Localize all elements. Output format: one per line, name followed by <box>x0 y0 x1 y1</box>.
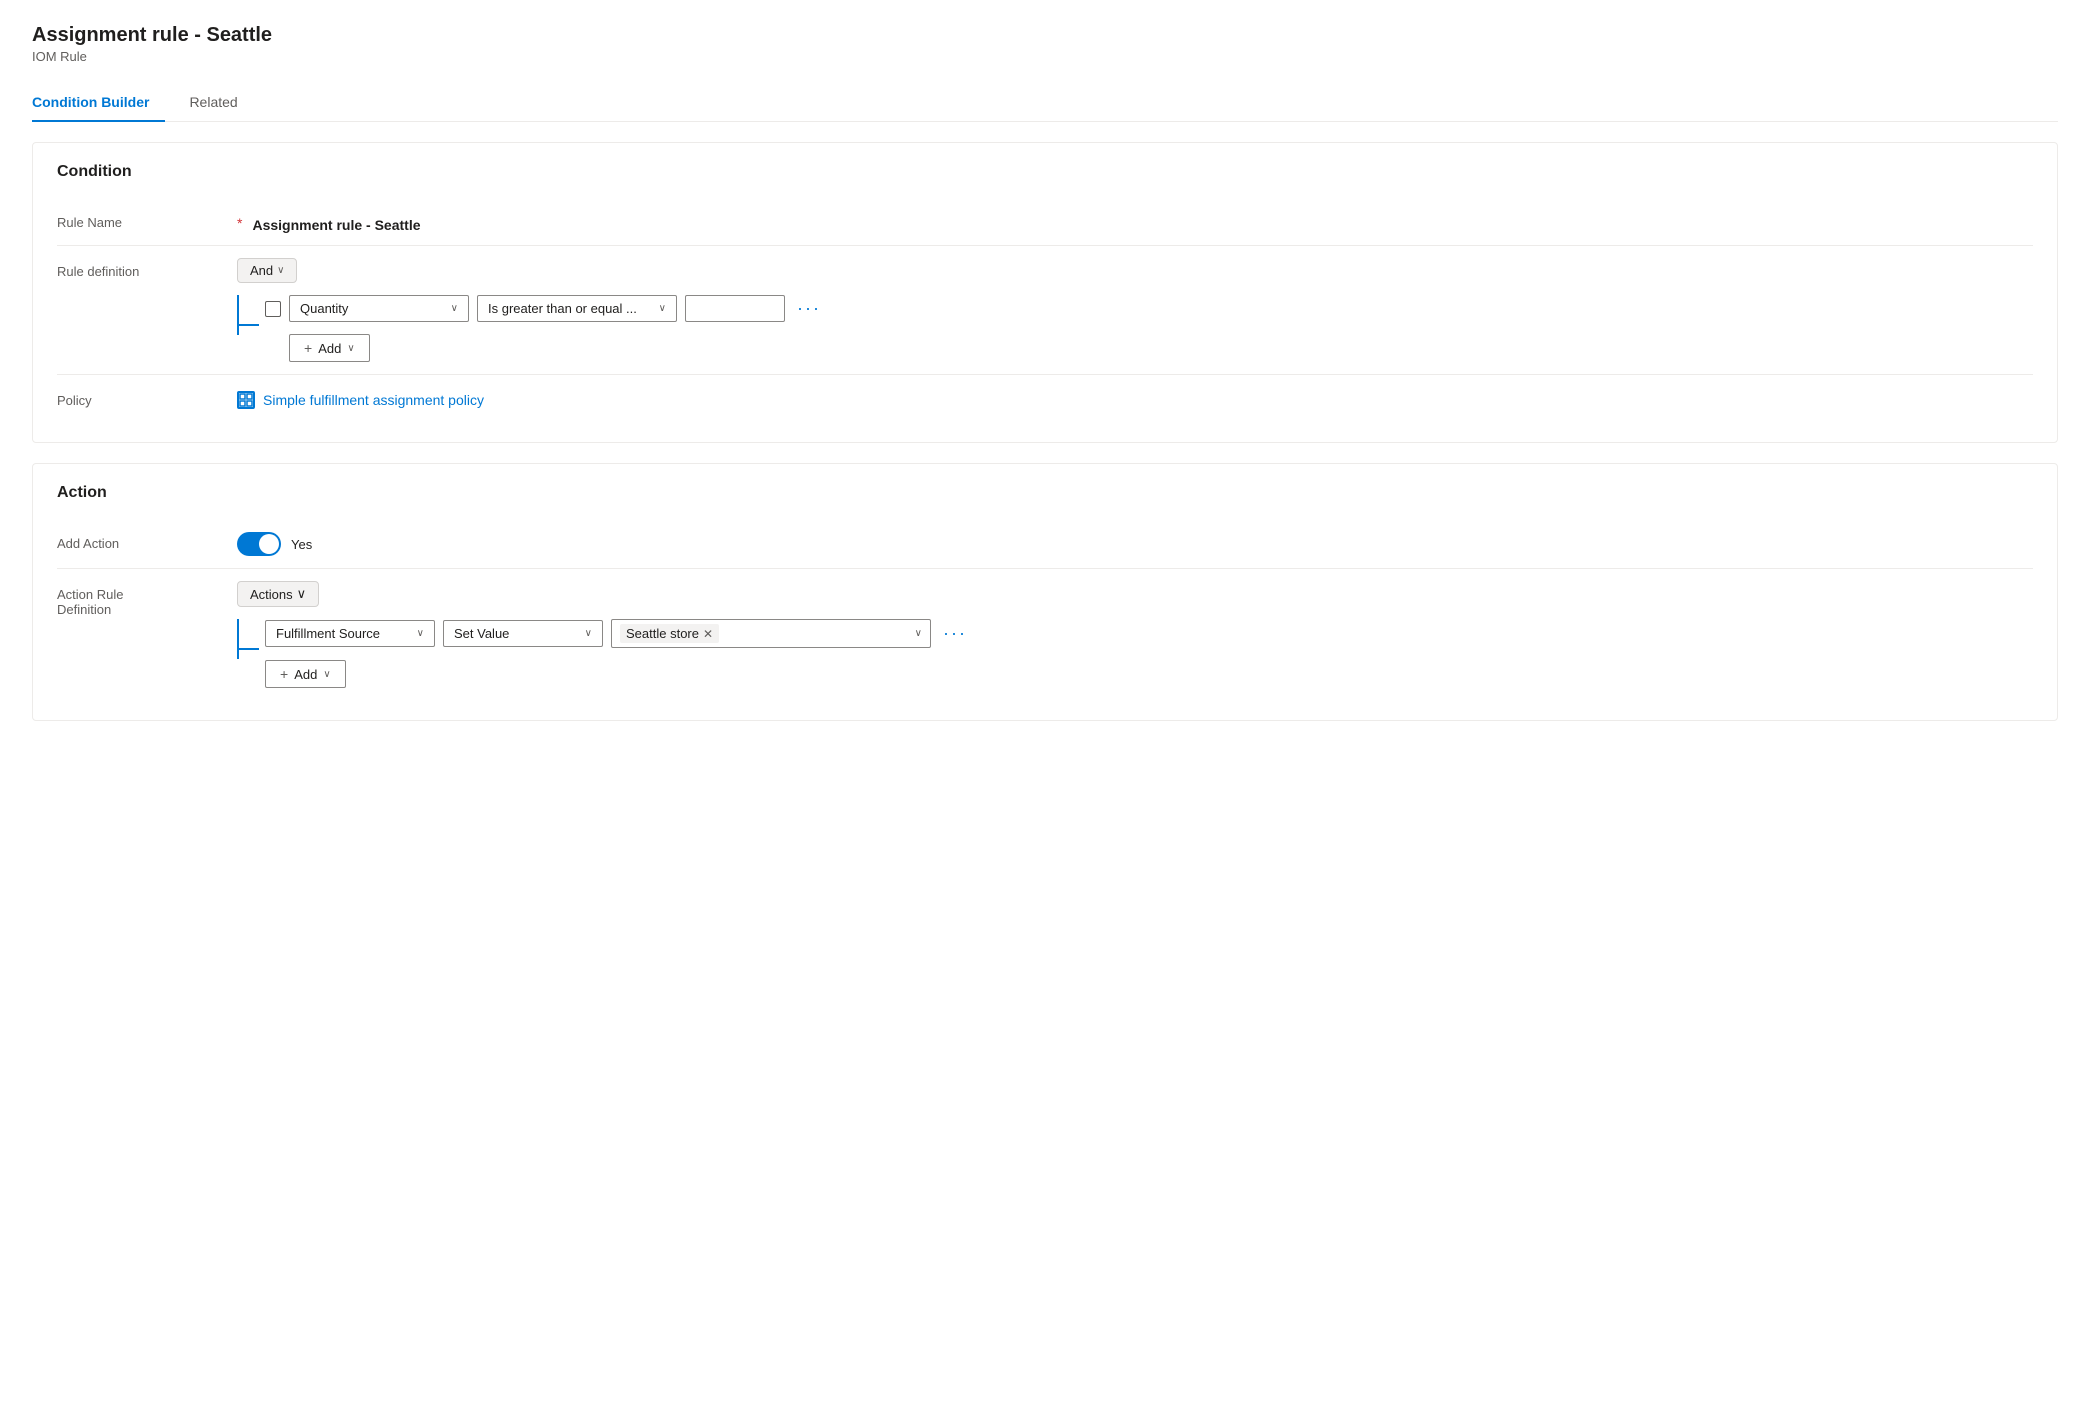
operator-dropdown[interactable]: Is greater than or equal ... ∨ <box>477 295 677 322</box>
page-title: Assignment rule - Seattle <box>32 24 2058 47</box>
seattle-store-tag-select[interactable]: Seattle store ✕ ∨ <box>611 619 931 648</box>
action-item: Fulfillment Source ∨ Set Value ∨ Seattle… <box>265 619 2033 648</box>
policy-link[interactable]: Simple fulfillment assignment policy <box>237 391 484 409</box>
action-add-chevron-icon: ∨ <box>323 669 330 680</box>
action-section-title: Action <box>57 484 2033 502</box>
operator-dropdown-label: Is greater than or equal ... <box>488 301 637 316</box>
action-rule-content: Actions ∨ Fulfillment So <box>237 581 2033 688</box>
and-button[interactable]: And ∨ <box>237 258 297 283</box>
tab-condition-builder[interactable]: Condition Builder <box>32 84 165 122</box>
condition-section-title: Condition <box>57 163 2033 181</box>
page-header: Assignment rule - Seattle IOM Rule <box>32 24 2058 64</box>
action-rule-label: Action Rule Definition <box>57 581 237 617</box>
condition-tree: Quantity ∨ Is greater than or equal ... … <box>237 295 2033 362</box>
policy-label: Policy <box>57 387 237 408</box>
add-chevron-icon: ∨ <box>347 343 354 354</box>
condition-value-input[interactable]: 100 <box>685 295 785 322</box>
toggle-text: Yes <box>291 537 312 552</box>
set-value-chevron-icon: ∨ <box>585 628 592 639</box>
action-ellipsis-button[interactable]: ··· <box>939 621 971 646</box>
fulfillment-chevron-icon: ∨ <box>417 628 424 639</box>
actions-chevron-icon: ∨ <box>297 586 307 602</box>
action-section: Action Add Action Yes Action Rule Defini… <box>32 463 2058 721</box>
add-button-label: Add <box>318 341 341 356</box>
add-action-label: Add Action <box>57 530 237 551</box>
rule-add-button[interactable]: + Add ∨ <box>289 334 370 362</box>
toggle-container: Yes <box>237 530 312 556</box>
add-action-toggle[interactable] <box>237 532 281 556</box>
operator-chevron-icon: ∨ <box>659 303 666 314</box>
seattle-store-remove-button[interactable]: ✕ <box>703 628 713 640</box>
action-add-button[interactable]: + Add ∨ <box>265 660 346 688</box>
action-add-button-label: Add <box>294 667 317 682</box>
policy-link-text: Simple fulfillment assignment policy <box>263 392 484 408</box>
set-value-label: Set Value <box>454 626 509 641</box>
policy-row: Policy Simple fulfillment assignment pol… <box>57 375 2033 422</box>
and-button-label: And <box>250 263 273 278</box>
condition-ellipsis-button[interactable]: ··· <box>793 296 825 321</box>
rule-definition-label: Rule definition <box>57 258 237 279</box>
action-items: Fulfillment Source ∨ Set Value ∨ Seattle… <box>261 619 2033 688</box>
tab-related[interactable]: Related <box>189 84 253 122</box>
and-chevron-icon: ∨ <box>277 265 284 276</box>
fulfillment-source-label: Fulfillment Source <box>276 626 380 641</box>
rule-definition-content: And ∨ Quant <box>237 258 2033 362</box>
set-value-dropdown[interactable]: Set Value ∨ <box>443 620 603 647</box>
action-rule-definition-row: Action Rule Definition Actions ∨ <box>57 569 2033 700</box>
fulfillment-source-dropdown[interactable]: Fulfillment Source ∨ <box>265 620 435 647</box>
action-plus-icon: + <box>280 666 288 682</box>
policy-icon <box>237 391 255 409</box>
rule-definition-row: Rule definition And ∨ <box>57 246 2033 375</box>
quantity-dropdown[interactable]: Quantity ∨ <box>289 295 469 322</box>
actions-button-label: Actions <box>250 587 293 602</box>
rule-name-label: Rule Name <box>57 209 237 230</box>
quantity-dropdown-label: Quantity <box>300 301 348 316</box>
plus-icon: + <box>304 340 312 356</box>
rule-name-row: Rule Name * Assignment rule - Seattle <box>57 197 2033 246</box>
action-tree: Fulfillment Source ∨ Set Value ∨ Seattle… <box>237 619 2033 688</box>
condition-section: Condition Rule Name * Assignment rule - … <box>32 142 2058 443</box>
quantity-chevron-icon: ∨ <box>451 303 458 314</box>
rule-name-value: Assignment rule - Seattle <box>252 213 420 233</box>
required-star: * <box>237 215 242 231</box>
seattle-store-chip-text: Seattle store <box>626 626 699 641</box>
condition-item: Quantity ∨ Is greater than or equal ... … <box>265 295 2033 322</box>
page-subtitle: IOM Rule <box>32 49 2058 64</box>
add-action-row: Add Action Yes <box>57 518 2033 569</box>
seattle-store-chip: Seattle store ✕ <box>620 624 719 643</box>
actions-button[interactable]: Actions ∨ <box>237 581 319 607</box>
tab-bar: Condition Builder Related <box>32 84 2058 122</box>
condition-items: Quantity ∨ Is greater than or equal ... … <box>261 295 2033 362</box>
tag-select-chevron-icon: ∨ <box>915 628 922 639</box>
condition-checkbox[interactable] <box>265 301 281 317</box>
